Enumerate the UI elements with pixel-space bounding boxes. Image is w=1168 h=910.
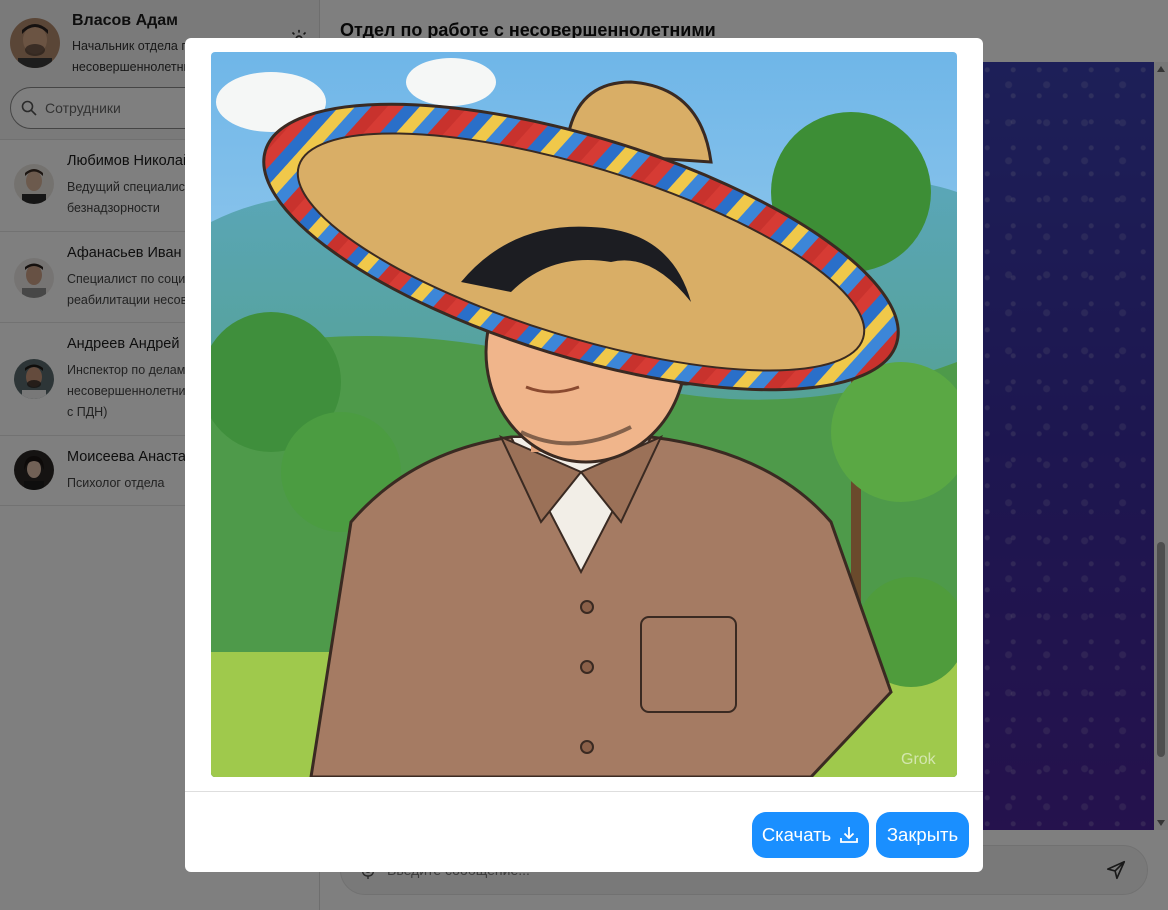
preview-image: Grok <box>211 52 957 777</box>
download-button[interactable]: Скачать <box>752 812 869 858</box>
image-watermark: Grok <box>901 751 937 768</box>
close-button[interactable]: Закрыть <box>876 812 969 858</box>
image-viewer-modal: Grok Скачать Закрыть <box>185 38 983 872</box>
close-label: Закрыть <box>886 824 959 845</box>
download-label: Скачать <box>761 824 832 845</box>
modal-divider <box>185 791 983 792</box>
download-icon <box>839 825 859 845</box>
